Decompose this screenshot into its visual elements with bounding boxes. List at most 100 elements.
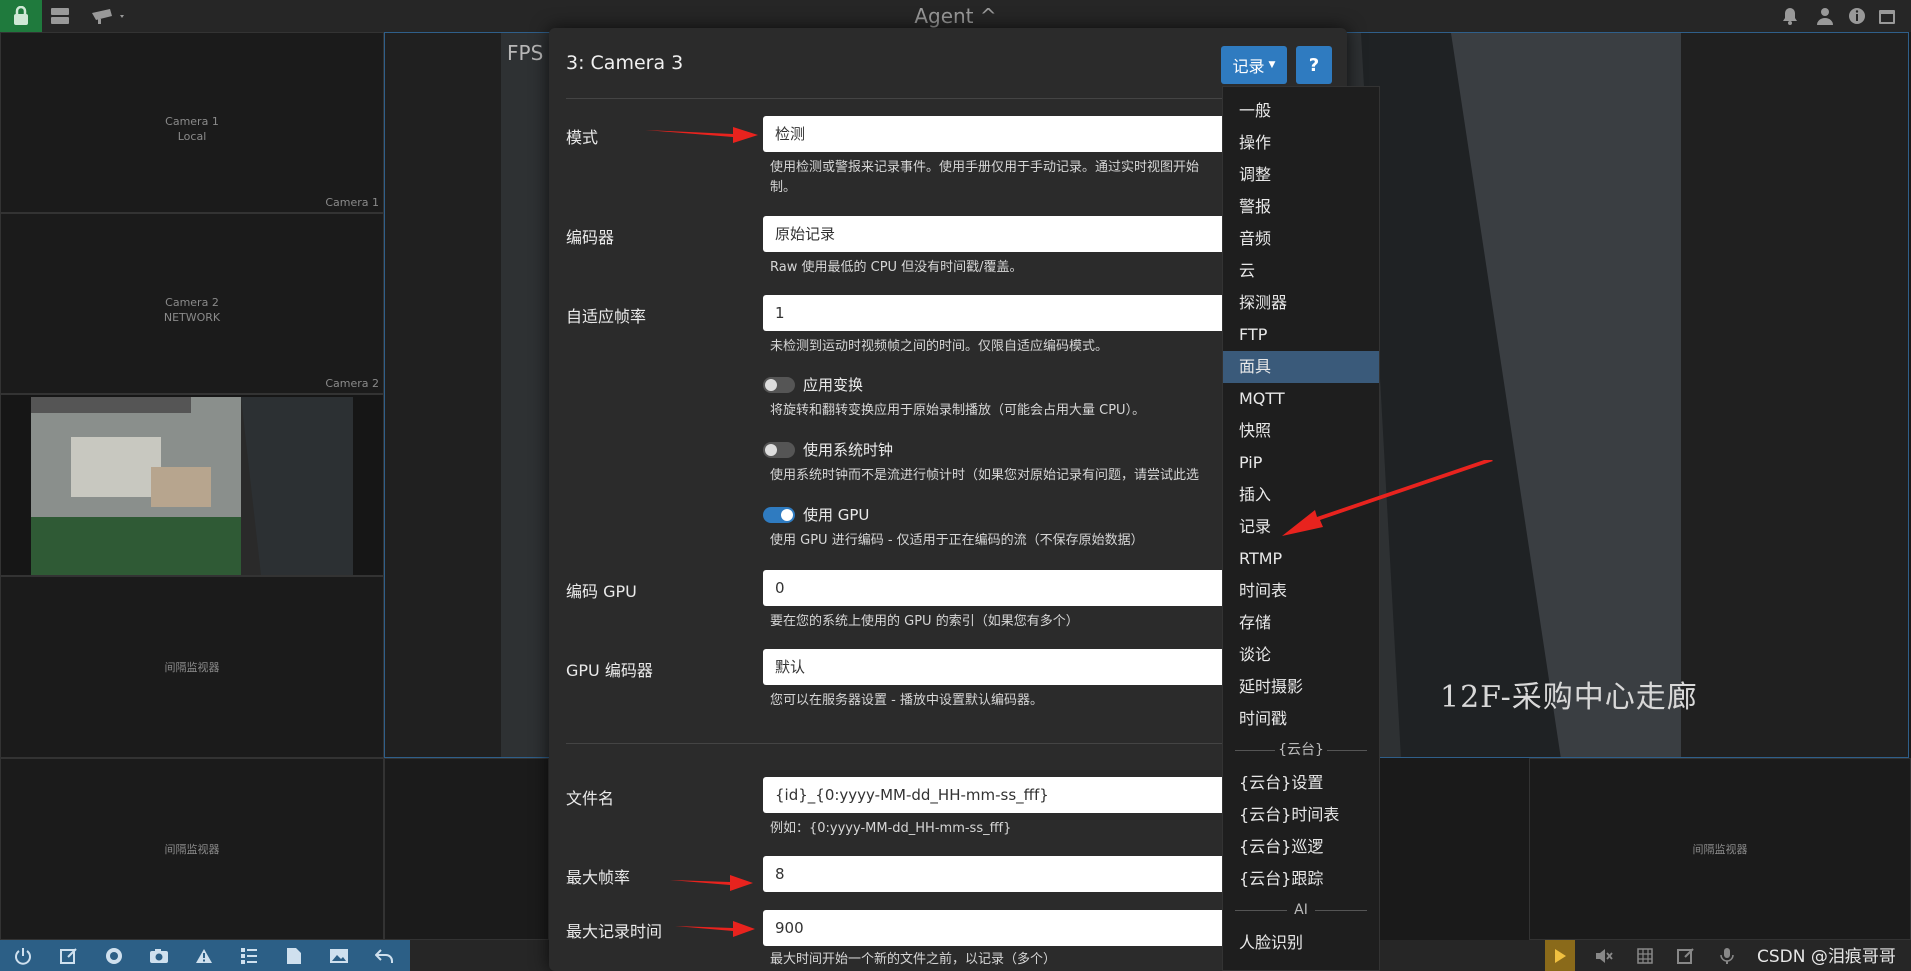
menu-item-rtmp[interactable]: RTMP: [1223, 543, 1379, 575]
menu-item-alerts[interactable]: 警报: [1223, 191, 1379, 223]
toggle-knob: [765, 379, 777, 391]
app-title: Agent ^: [0, 4, 1911, 28]
adaptive-fps-help: 未检测到运动时视频帧之间的时间。仅限自适应编码模式。: [770, 339, 1109, 354]
menu-item-detector[interactable]: 探测器: [1223, 287, 1379, 319]
interval-monitor-tile[interactable]: 间隔监视器: [1529, 758, 1911, 940]
section-divider: [566, 743, 1330, 744]
menu-item-talk[interactable]: 谈论: [1223, 639, 1379, 671]
ptz-header-label: {云台}: [1278, 742, 1324, 758]
use-gpu-label: 使用 GPU: [803, 506, 870, 524]
menu-item-actions[interactable]: 操作: [1223, 127, 1379, 159]
ai-section-header: AI: [1223, 899, 1379, 921]
header-divider: [566, 98, 1330, 99]
lock-button[interactable]: [0, 0, 42, 32]
max-record-time-label: 最大记录时间: [566, 922, 663, 941]
header-rule: [1235, 750, 1275, 751]
camera-tile-3[interactable]: [0, 394, 384, 576]
menu-item-cloud[interactable]: 云: [1223, 255, 1379, 287]
image-icon[interactable]: [328, 945, 350, 967]
system-clock-toggle[interactable]: [763, 442, 795, 458]
app-title-text[interactable]: Agent: [914, 4, 973, 28]
menu-item-timestamp[interactable]: 时间戳: [1223, 703, 1379, 735]
info-icon[interactable]: [1847, 6, 1867, 26]
edit-icon[interactable]: [58, 945, 80, 967]
menu-item-timelapse[interactable]: 延时摄影: [1223, 671, 1379, 703]
menu-item-storage[interactable]: 存储: [1223, 607, 1379, 639]
menu-item-adjust[interactable]: 调整: [1223, 159, 1379, 191]
camera-tile-2[interactable]: Camera 2 NETWORK Camera 2: [0, 213, 384, 394]
encode-gpu-label: 编码 GPU: [566, 582, 637, 601]
undo-icon[interactable]: [373, 945, 395, 967]
empty-tile[interactable]: [384, 758, 549, 940]
menu-item-face-recognition[interactable]: 人脸识别: [1223, 927, 1379, 959]
help-button[interactable]: ?: [1296, 46, 1332, 84]
menu-item-plugin[interactable]: 插入: [1223, 479, 1379, 511]
alert-icon[interactable]: [193, 945, 215, 967]
play-icon[interactable]: [1545, 940, 1575, 971]
use-gpu-toggle[interactable]: [763, 507, 795, 523]
encode-gpu-help: 要在您的系统上使用的 GPU 的索引（如果您有多个）: [770, 614, 1079, 629]
record-icon[interactable]: [103, 945, 125, 967]
menu-item-ftp[interactable]: FTP: [1223, 319, 1379, 351]
user-icon[interactable]: [1815, 6, 1835, 26]
checklist-icon[interactable]: [238, 945, 260, 967]
tile-name: Camera 2: [165, 295, 219, 309]
mode-label: 模式: [566, 128, 599, 147]
watermark: CSDN @泪痕哥哥: [1757, 947, 1896, 967]
encoder-label: 编码器: [566, 228, 615, 247]
mute-icon[interactable]: [1593, 945, 1615, 967]
system-clock-help: 使用系统时钟而不是流进行帧计时（如果您对原始记录有问题，请尝试此选: [770, 468, 1200, 483]
header-rule: [1327, 750, 1367, 751]
fps-label: FPS: [507, 41, 544, 65]
tile-footer: Camera 1: [325, 196, 379, 209]
tile-label: 间隔监视器: [1692, 843, 1748, 856]
system-clock-label: 使用系统时钟: [803, 441, 894, 459]
menu-item-schedule[interactable]: 时间表: [1223, 575, 1379, 607]
tile-label: 间隔监视器: [164, 661, 220, 674]
apply-transform-label: 应用变换: [803, 376, 864, 394]
tile-label: 间隔监视器: [164, 843, 220, 856]
use-gpu-help: 使用 GPU 进行编码 - 仅适用于正在编码的流（不保存原始数据）: [770, 533, 1144, 548]
edit-icon[interactable]: [1675, 945, 1697, 967]
tile-type: Local: [177, 129, 207, 143]
interval-monitor-tile[interactable]: 间隔监视器: [0, 576, 384, 758]
filename-help: 例如：{0:yyyy-MM-dd_HH-mm-ss_fff}: [770, 821, 1012, 836]
server-icon[interactable]: [50, 6, 70, 26]
camera-tile-1[interactable]: Camera 1 Local Camera 1: [0, 32, 384, 213]
filename-label: 文件名: [566, 789, 615, 808]
menu-item-mqtt[interactable]: MQTT: [1223, 383, 1379, 415]
record-menu-label: 记录: [1232, 57, 1265, 76]
menu-item-recording[interactable]: 记录: [1223, 511, 1379, 543]
file-icon[interactable]: [283, 945, 305, 967]
header-rule: [1315, 910, 1367, 911]
menu-item-mask[interactable]: 面具: [1223, 351, 1379, 383]
menu-item-general[interactable]: 一般: [1223, 95, 1379, 127]
menu-item-snapshot[interactable]: 快照: [1223, 415, 1379, 447]
power-icon[interactable]: [12, 945, 34, 967]
caret-down-icon: ▼: [1268, 60, 1276, 70]
calendar-icon[interactable]: [1878, 6, 1898, 26]
lock-icon: [14, 6, 28, 25]
camera-overlay-text: 12F-采购中心走廊: [1440, 680, 1698, 715]
menu-item-ptz-settings[interactable]: {云台}设置: [1223, 767, 1379, 799]
interval-monitor-tile[interactable]: 间隔监视器: [0, 758, 384, 940]
gpu-encoder-help: 您可以在服务器设置 - 播放中设置默认编码器。: [770, 693, 1043, 708]
grid-icon[interactable]: [1634, 945, 1656, 967]
menu-item-audio[interactable]: 音频: [1223, 223, 1379, 255]
menu-item-ptz-tracking[interactable]: {云台}跟踪: [1223, 863, 1379, 895]
menu-item-ptz-schedule[interactable]: {云台}时间表: [1223, 799, 1379, 831]
tile-label: Camera 1 Local: [1, 114, 383, 144]
apply-transform-toggle[interactable]: [763, 377, 795, 393]
menu-item-ptz-patrol[interactable]: {云台}巡逻: [1223, 831, 1379, 863]
chevron-up-icon[interactable]: ^: [980, 4, 997, 28]
header-rule: [1235, 910, 1287, 911]
apply-transform-help: 将旋转和翻转变换应用于原始录制播放（可能会占用大量 CPU）。: [770, 403, 1146, 418]
camera-menu-icon[interactable]: [88, 6, 128, 26]
max-record-time-help: 最大时间开始一个新的文件之前，以记录（多个）: [770, 952, 1057, 967]
record-menu-button[interactable]: 记录 ▼: [1221, 46, 1287, 84]
snapshot-icon[interactable]: [148, 945, 170, 967]
bell-icon[interactable]: [1780, 6, 1800, 26]
ai-header-label: AI: [1294, 902, 1308, 918]
microphone-icon[interactable]: [1716, 945, 1738, 967]
menu-item-pip[interactable]: PiP: [1223, 447, 1379, 479]
